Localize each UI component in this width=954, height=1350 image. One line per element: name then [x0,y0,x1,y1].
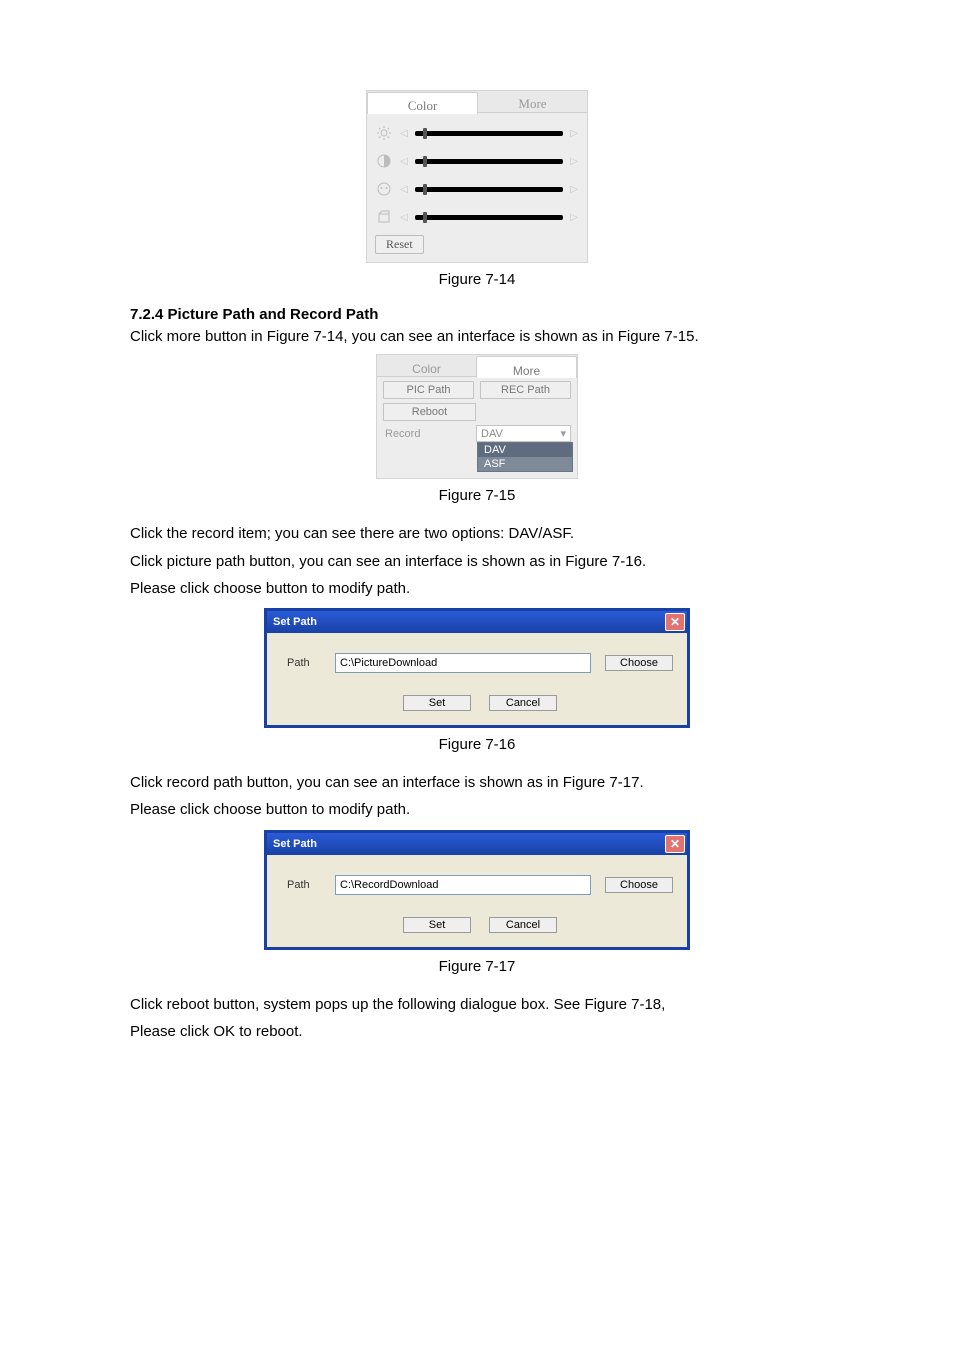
brightness-icon [375,124,393,142]
contrast-icon [375,152,393,170]
more-panel: Color More PIC Path REC Path Reboot Reco… [376,354,578,479]
cancel-button[interactable]: Cancel [489,917,557,933]
reboot-button[interactable]: Reboot [383,403,476,421]
close-icon: ✕ [670,615,680,629]
contrast-slider[interactable] [415,159,563,164]
section-heading: 7.2.4 Picture Path and Record Path [130,306,824,323]
hue-slider[interactable] [415,187,563,192]
set-path-dialog-picture: Set Path ✕ Path Choose Set Cancel [264,608,690,728]
close-button[interactable]: ✕ [665,613,685,631]
path-label: Path [287,879,321,891]
slider-left-icon[interactable]: ◁ [399,184,409,194]
dialog-title: Set Path [273,838,317,850]
path-input[interactable] [335,875,591,895]
slider-right-icon[interactable]: ▷ [569,128,579,138]
dialog-titlebar: Set Path ✕ [267,833,687,855]
dialog-titlebar: Set Path ✕ [267,611,687,633]
paragraph: Please click choose button to modify pat… [130,577,824,600]
rec-path-button[interactable]: REC Path [480,381,571,399]
slider-left-icon[interactable]: ◁ [399,212,409,222]
saturation-row: ◁ ▷ [375,203,579,231]
tab-more[interactable]: More [476,356,577,378]
tab-color[interactable]: Color [367,92,478,114]
record-option-asf[interactable]: ASF [478,457,572,471]
hue-row: ◁ ▷ [375,175,579,203]
path-input[interactable] [335,653,591,673]
tab-more[interactable]: More [478,91,587,113]
record-select[interactable]: DAV ▾ [476,425,571,442]
record-select-value: DAV [481,428,503,440]
saturation-icon [375,208,393,226]
choose-button[interactable]: Choose [605,655,673,671]
set-button[interactable]: Set [403,917,471,933]
slider-right-icon[interactable]: ▷ [569,212,579,222]
figure-caption: Figure 7-14 [130,271,824,288]
paragraph: Click picture path button, you can see a… [130,550,824,573]
record-label: Record [383,425,470,442]
paragraph: Click more button in Figure 7-14, you ca… [130,325,824,348]
contrast-row: ◁ ▷ [375,147,579,175]
paragraph: Click record path button, you can see an… [130,771,824,794]
paragraph: Click the record item; you can see there… [130,522,824,545]
dialog-title: Set Path [273,616,317,628]
close-icon: ✕ [670,837,680,851]
figure-caption: Figure 7-17 [130,958,824,975]
chevron-down-icon: ▾ [560,427,566,440]
choose-button[interactable]: Choose [605,877,673,893]
brightness-slider[interactable] [415,131,563,136]
record-dropdown: DAV ASF [477,442,573,472]
set-path-dialog-record: Set Path ✕ Path Choose Set Cancel [264,830,690,950]
slider-right-icon[interactable]: ▷ [569,156,579,166]
paragraph: Please click OK to reboot. [130,1020,824,1043]
figure-caption: Figure 7-16 [130,736,824,753]
paragraph: Click reboot button, system pops up the … [130,993,824,1016]
slider-left-icon[interactable]: ◁ [399,156,409,166]
slider-left-icon[interactable]: ◁ [399,128,409,138]
color-panel: Color More ◁ ▷ ◁ ▷ [366,90,588,263]
figure-caption: Figure 7-15 [130,487,824,504]
slider-right-icon[interactable]: ▷ [569,184,579,194]
set-button[interactable]: Set [403,695,471,711]
close-button[interactable]: ✕ [665,835,685,853]
record-option-dav[interactable]: DAV [478,443,572,457]
reset-button[interactable]: Reset [375,235,424,254]
hue-icon [375,180,393,198]
pic-path-button[interactable]: PIC Path [383,381,474,399]
cancel-button[interactable]: Cancel [489,695,557,711]
brightness-row: ◁ ▷ [375,119,579,147]
path-label: Path [287,657,321,669]
saturation-slider[interactable] [415,215,563,220]
tab-color[interactable]: Color [377,355,476,377]
paragraph: Please click choose button to modify pat… [130,798,824,821]
